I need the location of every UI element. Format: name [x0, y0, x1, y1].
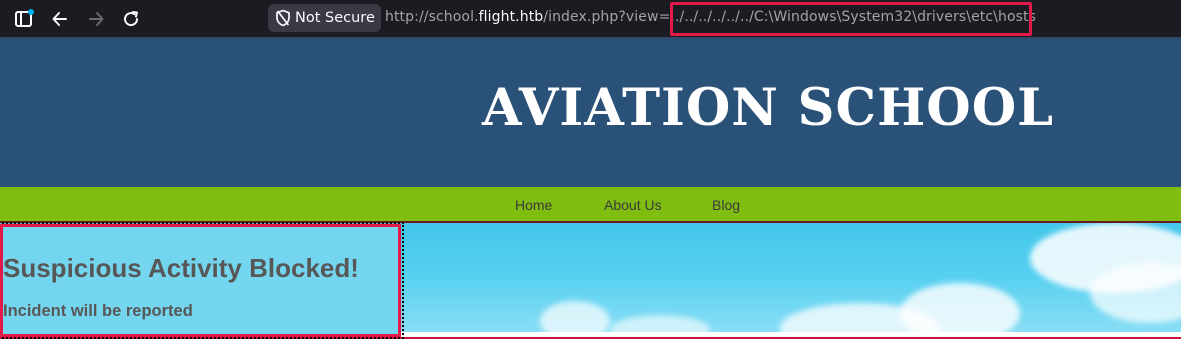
security-indicator[interactable]: Not Secure — [268, 4, 381, 32]
url-host: flight.htb — [478, 9, 544, 25]
url-prefix: http://school. — [385, 9, 479, 25]
site-title: AVIATION SCHOOL — [482, 78, 1054, 138]
site-header: AVIATION SCHOOL — [0, 37, 1181, 187]
url-path: /index.php?view= — [543, 9, 671, 25]
cloud-image — [900, 283, 1020, 339]
url-payload-highlight — [670, 2, 1032, 36]
main-nav: Home About Us Blog — [0, 187, 1181, 223]
blocked-alert: Suspicious Activity Blocked! Incident wi… — [0, 224, 401, 337]
nav-home[interactable]: Home — [515, 197, 552, 213]
browser-toolbar: Not Secure http://school.flight.htb/inde… — [0, 0, 1181, 37]
nav-about-us[interactable]: About Us — [604, 197, 662, 213]
alert-title: Suspicious Activity Blocked! — [3, 253, 359, 283]
shield-slash-icon — [276, 9, 290, 27]
back-arrow-icon[interactable] — [49, 8, 71, 30]
alert-message: Incident will be reported — [3, 302, 193, 320]
security-label: Not Secure — [295, 10, 375, 26]
sidebar-toggle-icon[interactable] — [13, 8, 35, 30]
reload-icon[interactable] — [120, 8, 142, 30]
forward-arrow-icon[interactable] — [85, 8, 107, 30]
nav-blog[interactable]: Blog — [712, 197, 740, 213]
